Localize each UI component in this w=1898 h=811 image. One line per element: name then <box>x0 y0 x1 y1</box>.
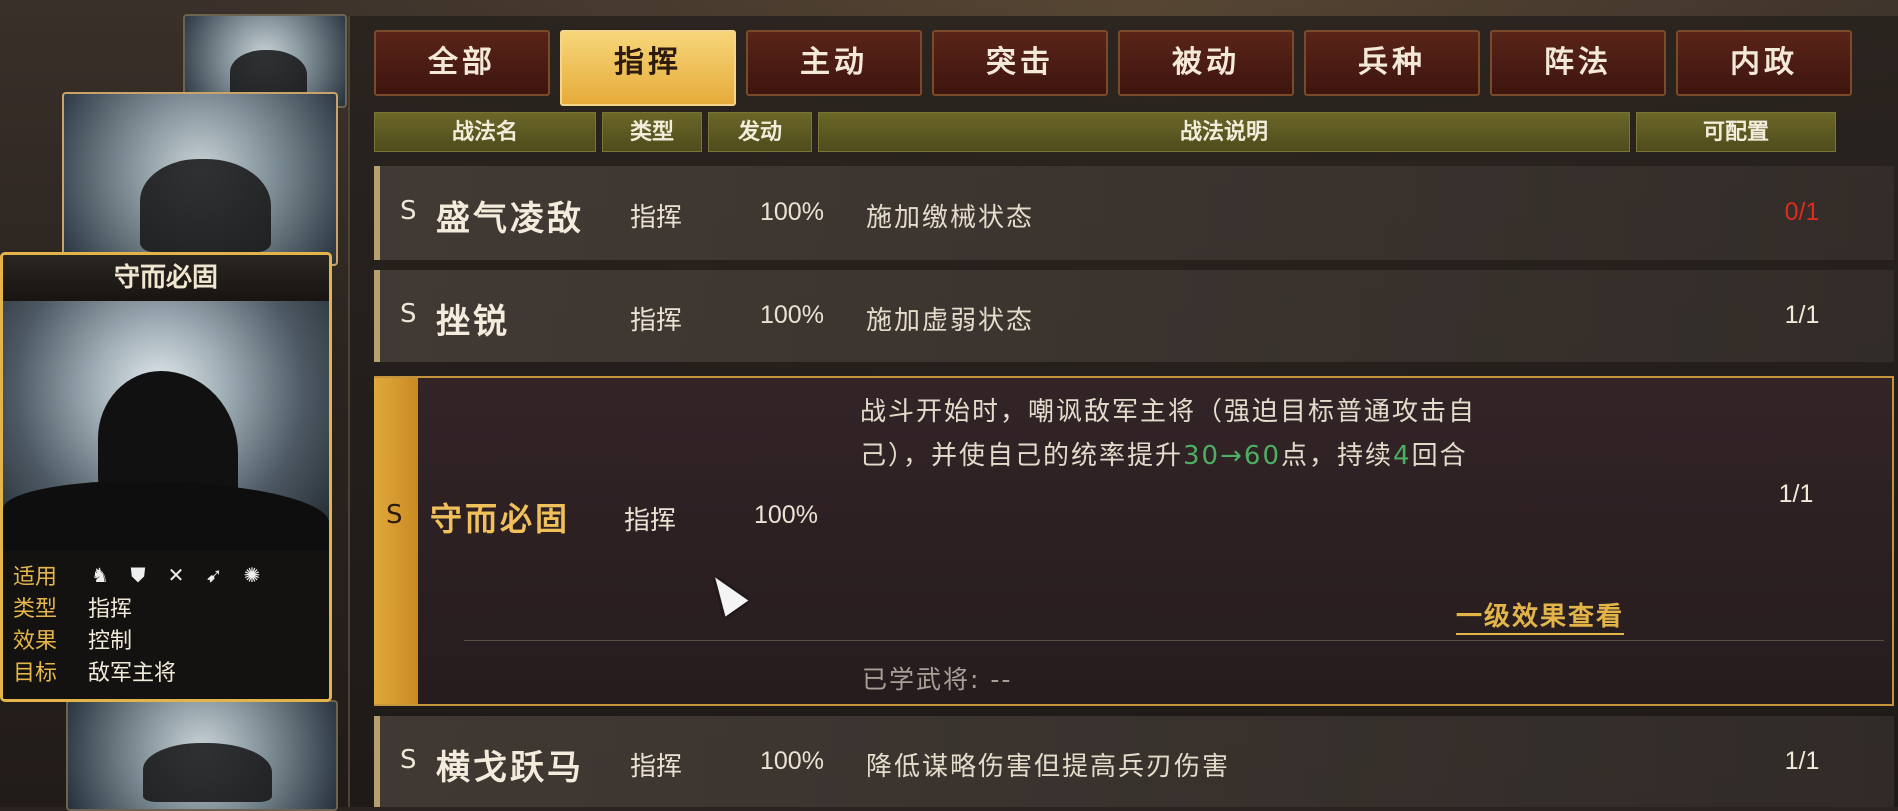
column-header-type: 类型 <box>602 112 702 152</box>
skill-desc: 战斗开始时，嘲讽敌军主将（强迫目标普通攻击自 己），并使自己的统率提升30→60… <box>860 390 1600 478</box>
skill-row[interactable]: S 横戈跃马 指挥 100% 降低谋略伤害但提高兵刃伤害 1/1 <box>374 716 1894 807</box>
desc-duration: 4 <box>1393 441 1412 471</box>
troop-icons: ♞ ⛊ ✕ ➹ ✺ <box>88 563 264 587</box>
skill-name: 盛气凌敌 <box>436 199 584 239</box>
skill-config-count: 1/1 <box>1784 747 1820 775</box>
skill-type: 指挥 <box>624 506 677 536</box>
target-value: 敌军主将 <box>88 661 177 686</box>
skill-type: 指挥 <box>630 752 683 782</box>
tab-command[interactable]: 指挥 <box>560 30 736 106</box>
skill-desc: 降低谋略伤害但提高兵刃伤害 <box>866 752 1231 782</box>
skill-rate: 100% <box>754 501 818 529</box>
table-header: 战法名 类型 发动 战法说明 可配置 <box>374 112 1836 152</box>
skill-desc: 施加虚弱状态 <box>866 306 1035 336</box>
skill-config-count: 1/1 <box>1784 301 1820 329</box>
effect-value: 控制 <box>88 629 133 654</box>
shield-icon: ⛊ <box>130 563 146 587</box>
column-header-config: 可配置 <box>1636 112 1836 152</box>
tab-all[interactable]: 全部 <box>374 30 550 96</box>
column-header-rate: 发动 <box>708 112 812 152</box>
desc-text: 点，持续 <box>1281 441 1394 471</box>
cavalry-icon: ♞ <box>91 563 109 587</box>
selected-indicator <box>374 378 418 704</box>
skill-list-panel: 全部 指挥 主动 突击 被动 兵种 阵法 内政 战法名 类型 发动 战法说明 可… <box>348 16 1898 807</box>
archer-icon: ✕ <box>167 563 185 587</box>
skill-grade: S <box>400 745 417 775</box>
apply-label: 适用 <box>13 565 58 590</box>
level-effect-link[interactable]: 一级效果查看 <box>1456 596 1625 635</box>
wheel-icon: ✺ <box>243 563 261 587</box>
target-label: 目标 <box>13 661 58 686</box>
type-label: 类型 <box>13 597 58 622</box>
column-header-desc: 战法说明 <box>818 112 1630 152</box>
desc-arrow: → <box>1220 441 1244 471</box>
card-type-row: 类型 指挥 <box>13 591 319 623</box>
skill-type: 指挥 <box>630 306 683 336</box>
skill-rate: 100% <box>760 301 824 329</box>
desc-text: 回合 <box>1411 441 1468 471</box>
skill-card-behind[interactable] <box>66 700 338 811</box>
desc-value-max: 60 <box>1243 441 1281 471</box>
type-value: 指挥 <box>88 597 133 622</box>
tab-passive[interactable]: 被动 <box>1118 30 1294 96</box>
skill-type: 指挥 <box>630 203 683 233</box>
skill-desc: 施加缴械状态 <box>866 203 1035 233</box>
tab-assault[interactable]: 突击 <box>932 30 1108 96</box>
skill-name: 横戈跃马 <box>436 748 584 788</box>
desc-text: 己），并使自己的统率提升 <box>860 441 1184 471</box>
skill-card-behind[interactable] <box>62 92 338 266</box>
skill-rate: 100% <box>760 747 824 775</box>
card-title: 守而必固 <box>3 255 329 301</box>
tab-troop[interactable]: 兵种 <box>1304 30 1480 96</box>
skill-config-count: 0/1 <box>1784 198 1820 226</box>
divider <box>464 640 1884 641</box>
card-effect-row: 效果 控制 <box>13 623 319 655</box>
skill-grade: S <box>400 196 417 226</box>
skill-desc-line-2: 己），并使自己的统率提升30→60点，持续4回合 <box>860 434 1600 478</box>
card-target-row: 目标 敌军主将 <box>13 655 319 687</box>
skill-name: 守而必固 <box>430 500 571 538</box>
skill-grade: S <box>386 500 403 530</box>
learned-generals: 已学武将: -- <box>862 665 1013 694</box>
tab-active[interactable]: 主动 <box>746 30 922 96</box>
skill-config-count: 1/1 <box>1778 480 1814 508</box>
skill-row-expanded[interactable]: S 守而必固 指挥 100% 战斗开始时，嘲讽敌军主将（强迫目标普通攻击自 己）… <box>374 376 1894 706</box>
category-tabs: 全部 指挥 主动 突击 被动 兵种 阵法 内政 <box>374 30 1852 106</box>
skill-row[interactable]: S 盛气凌敌 指挥 100% 施加缴械状态 0/1 <box>374 166 1894 260</box>
skill-name: 挫锐 <box>436 302 510 342</box>
spear-icon: ➹ <box>205 563 223 587</box>
selected-skill-card[interactable]: 守而必固 适用 ♞ ⛊ ✕ ➹ ✺ 类型 指挥 效果 控制 目标 敌军主将 <box>0 252 332 702</box>
card-artwork <box>3 301 329 551</box>
skill-rate: 100% <box>760 198 824 226</box>
soldiers-silhouette <box>3 481 329 551</box>
card-info: 适用 ♞ ⛊ ✕ ➹ ✺ 类型 指挥 效果 控制 目标 敌军主将 <box>3 551 329 699</box>
tab-internal[interactable]: 内政 <box>1676 30 1852 96</box>
skill-grade: S <box>400 299 417 329</box>
effect-label: 效果 <box>13 629 58 654</box>
skill-desc-line-1: 战斗开始时，嘲讽敌军主将（强迫目标普通攻击自 <box>860 397 1477 427</box>
tab-formation[interactable]: 阵法 <box>1490 30 1666 96</box>
skill-row[interactable]: S 挫锐 指挥 100% 施加虚弱状态 1/1 <box>374 270 1894 362</box>
card-apply-row: 适用 ♞ ⛊ ✕ ➹ ✺ <box>13 559 319 591</box>
column-header-name: 战法名 <box>374 112 596 152</box>
desc-value-base: 30 <box>1183 441 1221 471</box>
